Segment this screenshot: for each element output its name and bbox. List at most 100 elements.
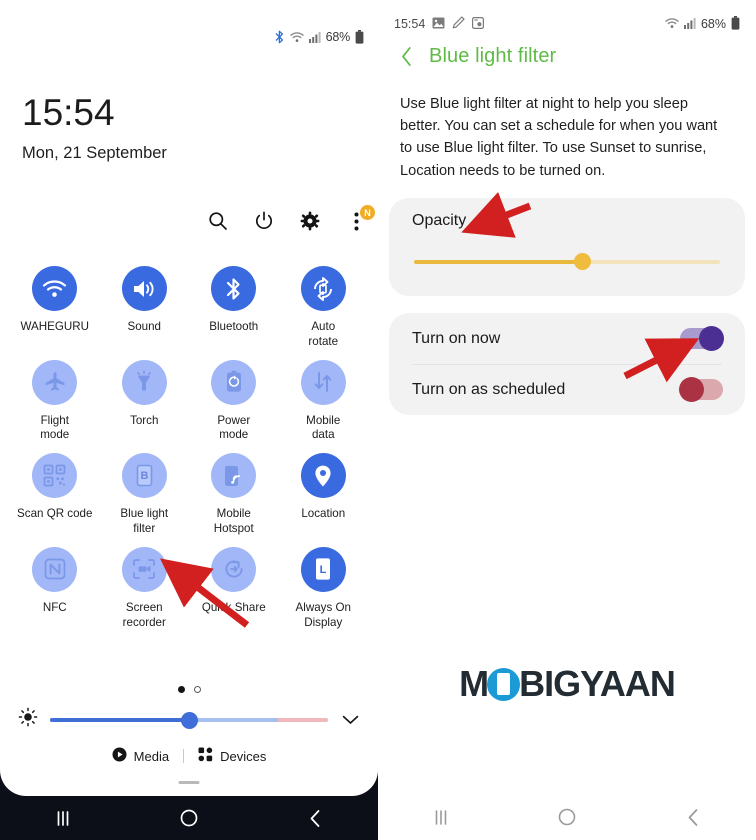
tile-label: Torch [130,413,159,427]
tile-blue-light-filter[interactable]: B Blue light filter [100,453,190,537]
tile-mobile-hotspot[interactable]: Mobile Hotspot [189,453,279,537]
tile-label: Screen recorder [122,600,166,629]
tile-label: Flight mode [40,413,70,442]
recents-button[interactable] [28,810,98,827]
tile-mobile-data[interactable]: Mobile data [279,359,369,444]
panel-drag-handle[interactable] [178,781,200,784]
page-dot-active[interactable] [177,686,185,693]
search-icon[interactable] [206,209,230,233]
tile-label: Quick Share [201,600,266,614]
auto-rotate-icon [300,266,346,311]
tile-sound[interactable]: Sound [100,266,190,350]
wifi-icon [665,17,679,32]
sound-icon [121,266,167,311]
opacity-fill [414,260,583,264]
svg-text:L: L [320,564,327,576]
devices-button[interactable]: Devices [184,747,280,765]
logo-text: M BIGYAAN [459,663,676,705]
media-button[interactable]: Media [98,747,183,765]
tile-label: Location [301,507,346,521]
wifi-icon [32,266,78,311]
switch-label: Turn on now [412,329,501,347]
clock-date: Mon, 21 September [22,144,167,162]
mobile-data-icon [300,359,346,405]
quick-share-icon [211,546,257,592]
quick-settings-tiles: WAHEGURU Sound Bluetooth Auto rotate Fli… [10,266,368,631]
mobigyaan-watermark: M BIGYAAN [378,663,756,705]
toggle-knob [699,326,724,351]
settings-gear-icon[interactable] [298,209,322,233]
navigation-bar [378,794,756,840]
lock-clock: 15:54 Mon, 21 September [22,94,167,163]
switch-label: Turn on as scheduled [412,380,566,398]
opacity-thumb[interactable] [574,253,592,270]
opacity-slider[interactable] [414,253,720,271]
screenshot-root: 68% 15:54 Mon, 21 September N WAHEGURU S… [0,0,756,840]
tile-label: Scan QR code [17,507,93,521]
toggle-knob [679,377,704,402]
tile-scan-qr-code[interactable]: Scan QR code [10,453,100,537]
chevron-down-icon[interactable] [340,710,360,730]
brightness-slider[interactable] [50,711,328,729]
tile-bluetooth[interactable]: Bluetooth [189,266,279,350]
clock-time: 15:54 [22,92,115,133]
turn-on-now-toggle[interactable] [680,326,724,351]
screen-recorder-icon [121,546,167,592]
home-button[interactable] [532,807,602,827]
always-on-display-icon: L [300,546,346,592]
media-label: Media [133,748,170,764]
tile-label: Always On Display [295,600,351,629]
tile-location[interactable]: Location [279,453,369,537]
page-header: Blue light filter [400,45,556,68]
turn-on-as-scheduled-toggle[interactable] [679,377,723,402]
nfc-icon [32,546,78,592]
devices-label: Devices [220,748,267,764]
row-turn-on-now[interactable]: Turn on now [389,313,745,364]
flight-mode-icon [32,359,78,405]
back-chevron-icon[interactable] [400,46,413,67]
tile-screen-recorder[interactable]: Screen recorder [100,546,190,631]
logo-letter-m: M [459,663,489,704]
tile-torch[interactable]: Torch [100,359,190,444]
torch-icon [121,359,167,405]
tile-label: Sound [127,320,162,333]
page-title: Blue light filter [429,45,557,67]
tile-auto-rotate[interactable]: Auto rotate [279,266,369,350]
tile-label: Blue light filter [120,507,169,536]
status-bar: 15:54 68% [378,14,756,34]
blue-light-filter-settings-screen: 15:54 68% Blue light filter Use Blue lig… [378,0,756,840]
brightness-icon [18,707,38,732]
opacity-card: Opacity [389,198,745,296]
blue-light-filter-icon: B [121,453,167,499]
mobile-hotspot-icon [211,453,257,499]
bluetooth-icon [211,266,257,311]
navigation-bar [0,796,378,840]
switch-card: Turn on now Turn on as scheduled [389,313,745,415]
tile-label: Auto rotate [308,320,339,348]
gallery-icon [432,17,445,32]
tile-flight-mode[interactable]: Flight mode [10,359,100,444]
tile-waheguru-wifi[interactable]: WAHEGURU [10,266,100,350]
tile-always-on-display[interactable]: L Always On Display [279,546,369,631]
brightness-thumb[interactable] [181,711,198,729]
tile-power-mode[interactable]: Power mode [189,359,279,444]
notification-badge: N [359,204,376,221]
recents-button[interactable] [406,809,476,826]
page-dot-inactive[interactable] [193,686,201,693]
logo-letters-rest: BIGYAAN [519,663,676,704]
power-icon[interactable] [252,209,276,233]
row-turn-on-as-scheduled[interactable]: Turn on as scheduled [389,364,745,415]
status-time: 15:54 [394,17,426,31]
status-bar-right: 68% [665,15,740,33]
tile-nfc[interactable]: NFC [10,546,100,631]
more-options-icon[interactable]: N [344,204,376,233]
back-button[interactable] [280,809,350,828]
screenshot-icon [472,16,485,32]
wifi-icon [289,31,304,43]
media-devices-row: Media Devices [0,747,378,765]
location-pin-icon [300,453,346,499]
power-mode-icon [211,359,257,405]
back-button[interactable] [658,808,728,827]
home-button[interactable] [154,808,224,828]
tile-quick-share[interactable]: Quick Share [189,546,279,631]
